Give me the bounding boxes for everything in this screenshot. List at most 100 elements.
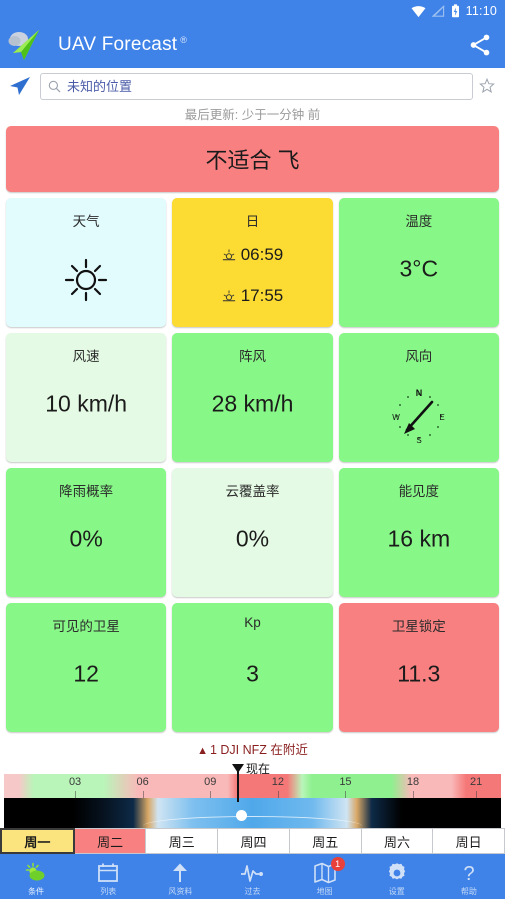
search-input[interactable] [67, 78, 465, 94]
star-outline-icon[interactable] [479, 78, 495, 94]
pulse-icon [240, 861, 264, 885]
app-title-text: UAV Forecast [58, 34, 178, 55]
tab-day-monday[interactable]: 周一 [0, 828, 75, 854]
hour-tick [476, 791, 478, 798]
card-value: 11.3 [397, 659, 441, 686]
nav-label: 列表 [100, 886, 117, 896]
sunrise-time: 06:59 [240, 245, 284, 264]
wifi-icon [411, 5, 426, 17]
page-title: UAV Forecast ® [58, 34, 187, 56]
compass-icon: N E S W [392, 388, 444, 445]
hour-tick [75, 791, 77, 798]
svg-text:N: N [416, 388, 423, 398]
sunset-icon [222, 290, 235, 302]
nav-label: 地图 [316, 886, 333, 896]
nfz-warning[interactable]: ▲ 1 DJI NFZ 在附近 [6, 738, 499, 760]
nav-label: 风资料 [168, 886, 193, 896]
hour-tick [142, 791, 144, 798]
card-row-4: 可见的卫星 12 Kp 3 卫星锁定 11.3 [6, 603, 499, 732]
card-sun[interactable]: 日 06:59 17:55 [172, 198, 333, 327]
card-value: 3 [246, 659, 259, 686]
card-wind-speed[interactable]: 风速 10 km/h [6, 333, 167, 462]
question-mark-icon: ? [457, 861, 481, 885]
nav-item-wind-aloft[interactable]: 风资料 [144, 854, 216, 899]
hour-tick [345, 791, 347, 798]
day-tabs: 周一 周二 周三 周四 周五 周六 周日 [0, 828, 505, 854]
nav-item-map[interactable]: 1 地图 [289, 854, 361, 899]
card-value: 0% [235, 524, 270, 551]
card-row-3: 降雨概率 0% 云覆盖率 0% 能见度 16 km [6, 468, 499, 597]
tab-day-tuesday[interactable]: 周二 [74, 828, 147, 854]
tab-day-saturday[interactable]: 周六 [361, 828, 434, 854]
card-weather[interactable]: 天气 [6, 198, 167, 327]
card-label: 能见度 [398, 484, 440, 499]
card-wind-gust[interactable]: 阵风 28 km/h [172, 333, 333, 462]
card-satellite-lock[interactable]: 卫星锁定 11.3 [338, 603, 499, 732]
sun-position-dot [236, 810, 247, 821]
nav-label: 帮助 [460, 886, 477, 896]
sunset-row: 17:55 [172, 286, 332, 306]
nav-item-conditions[interactable]: 条件 [0, 854, 72, 899]
tab-day-friday[interactable]: 周五 [289, 828, 362, 854]
nav-item-list[interactable]: 列表 [72, 854, 144, 899]
card-temperature[interactable]: 温度 3°C [338, 198, 499, 327]
hour-label: 15 [339, 776, 352, 788]
bottom-navigation: 条件 列表 风资料 过去 1 地图 设置 ? 帮助 [0, 854, 505, 899]
search-icon [48, 80, 61, 92]
nav-label: 条件 [28, 886, 45, 896]
card-wind-direction[interactable]: 风向 N E S W [338, 333, 499, 462]
card-value: 10 km/h [45, 389, 128, 416]
card-label: 阵风 [238, 349, 266, 364]
calendar-icon [96, 861, 120, 885]
card-label: Kp [244, 615, 261, 630]
card-cloud-cover[interactable]: 云覆盖率 0% [172, 468, 333, 597]
card-label: 可见的卫星 [52, 619, 120, 634]
tab-day-thursday[interactable]: 周四 [218, 828, 290, 854]
hour-tick [277, 791, 279, 798]
card-label: 天气 [72, 214, 100, 229]
card-value: 28 km/h [211, 389, 294, 416]
card-visible-satellites[interactable]: 可见的卫星 12 [6, 603, 167, 732]
gear-icon [385, 861, 409, 885]
uav-forecast-app: 11:10 UAV Forecast ® 未知的位置 最后更新: 少于一分钟 前… [0, 0, 505, 899]
nav-item-history[interactable]: 过去 [216, 854, 288, 899]
hour-tick [413, 791, 415, 798]
nav-item-help[interactable]: ? 帮助 [433, 854, 505, 899]
nav-label: 过去 [244, 886, 261, 896]
card-label: 风速 [72, 349, 100, 364]
hour-label: 12 [271, 776, 284, 788]
card-value: 16 km [387, 524, 451, 551]
card-label: 卫星锁定 [391, 619, 446, 634]
nav-item-settings[interactable]: 设置 [361, 854, 433, 899]
my-location-icon[interactable] [6, 74, 34, 98]
nav-label: 设置 [388, 886, 405, 896]
card-precipitation[interactable]: 降雨概率 0% [6, 468, 167, 597]
nfz-warning-text: 1 DJI NFZ 在附近 [209, 743, 308, 757]
status-bar-clock: 11:10 [465, 4, 497, 18]
signal-off-icon [431, 4, 445, 17]
card-label: 风向 [405, 349, 433, 364]
daylight-sky-bar[interactable] [4, 798, 501, 828]
card-label: 温度 [405, 214, 433, 229]
card-visibility[interactable]: 能见度 16 km [338, 468, 499, 597]
svg-text:W: W [392, 413, 400, 422]
battery-charging-icon [451, 4, 459, 18]
search-box[interactable] [40, 72, 473, 100]
map-icon: 1 [313, 856, 345, 885]
svg-text:?: ? [463, 863, 474, 885]
tab-day-sunday[interactable]: 周日 [433, 828, 505, 854]
hour-tick [210, 791, 212, 798]
card-kp-index[interactable]: Kp 3 [172, 603, 333, 732]
share-icon[interactable] [467, 32, 493, 58]
uav-forecast-logo [8, 30, 39, 60]
map-badge: 1 [330, 856, 345, 871]
hour-label: 03 [68, 776, 82, 788]
svg-text:E: E [439, 413, 444, 422]
sun-icon [65, 258, 108, 302]
hour-label: 21 [470, 776, 483, 788]
hourly-condition-bar[interactable]: 03 06 09 12 15 18 21 [4, 774, 501, 798]
timeline[interactable]: 现在 03 06 09 12 15 18 21 [0, 760, 505, 828]
now-label: 现在 [246, 762, 271, 776]
tab-day-wednesday[interactable]: 周三 [146, 828, 219, 854]
hour-label: 06 [136, 776, 149, 788]
